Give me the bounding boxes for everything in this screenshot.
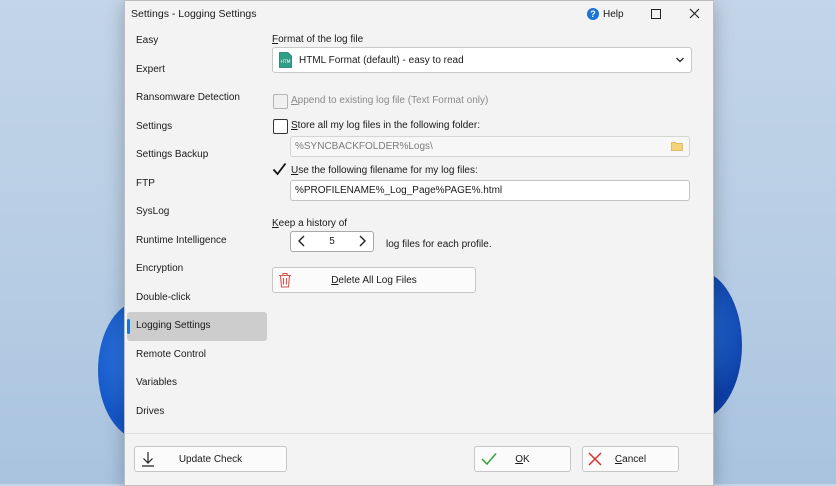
update-check-label: Update Check: [178, 454, 243, 465]
log-folder-value: %SYNCBACKFOLDER%Logs\: [295, 141, 433, 152]
close-icon: [689, 8, 700, 19]
sidebar-item-label: Drives: [136, 405, 165, 417]
ok-button[interactable]: OK: [474, 446, 571, 472]
store-folder-checkbox[interactable]: [273, 119, 288, 134]
sidebar-item-label: Encryption: [136, 263, 184, 274]
log-format-value: HTML Format (default) - easy to read: [299, 55, 464, 66]
maximize-icon: [651, 9, 661, 19]
help-label: Help: [603, 8, 624, 20]
sidebar-item-label: Expert: [136, 63, 165, 75]
settings-dialog: Settings - Logging Settings ? Help Easy …: [124, 0, 714, 486]
cancel-label: Cancel: [614, 454, 647, 465]
history-label: Keep a history of: [272, 218, 348, 229]
cancel-button[interactable]: Cancel: [582, 446, 679, 472]
sidebar-item-expert[interactable]: Expert: [127, 56, 267, 85]
sidebar-item-easy[interactable]: Easy: [127, 27, 267, 56]
sidebar-item-logging-settings[interactable]: Logging Settings: [127, 312, 267, 341]
sidebar-item-ransomware-detection[interactable]: Ransomware Detection: [127, 84, 267, 113]
sidebar-item-label: Settings: [136, 120, 173, 132]
sidebar-item-settings-backup[interactable]: Settings Backup: [127, 141, 267, 170]
html-file-icon: HTM: [279, 52, 292, 68]
sidebar-item-variables[interactable]: Variables: [127, 369, 267, 398]
sidebar-item-settings[interactable]: Settings: [127, 113, 267, 142]
sidebar-item-label: Double-click: [136, 291, 191, 303]
log-filename-input[interactable]: %PROFILENAME%_Log_Page%PAGE%.html: [290, 180, 690, 201]
chevron-right-icon[interactable]: [355, 234, 369, 248]
sidebar-item-label: Runtime Intelligence: [136, 234, 227, 246]
sidebar-item-ftp[interactable]: FTP: [127, 170, 267, 199]
log-folder-input[interactable]: %SYNCBACKFOLDER%Logs\: [290, 136, 690, 157]
footer-divider: [125, 433, 713, 434]
use-filename-label: Use the following filename for my log fi…: [291, 165, 478, 176]
ok-label: OK: [515, 454, 530, 465]
window-title: Settings - Logging Settings: [131, 8, 257, 20]
sidebar-item-label: Ransomware Detection: [136, 92, 240, 103]
help-icon: ?: [587, 8, 599, 20]
sidebar-item-label: FTP: [136, 177, 155, 189]
sidebar-item-encryption[interactable]: Encryption: [127, 255, 267, 284]
sidebar-item-drives[interactable]: Drives: [127, 398, 267, 427]
store-folder-label: Store all my log files in the following …: [291, 120, 480, 131]
delete-logs-label: Delete All Log Files: [331, 275, 417, 286]
svg-text:HTM: HTM: [281, 59, 291, 65]
close-button[interactable]: [685, 5, 705, 23]
folder-icon[interactable]: [671, 141, 683, 151]
log-format-select[interactable]: HTM HTML Format (default) - easy to read: [272, 47, 692, 73]
history-count-stepper[interactable]: 5: [290, 231, 374, 252]
use-filename-checkbox[interactable]: [272, 162, 287, 176]
logging-settings-panel: Format of the log file HTM HTML Format (…: [272, 27, 712, 433]
delete-logs-button[interactable]: Delete All Log Files: [272, 267, 476, 293]
append-label: Append to existing log file (Text Format…: [291, 95, 489, 106]
sidebar-item-label: SysLog: [136, 206, 170, 217]
sidebar-item-label: Variables: [136, 377, 177, 388]
sidebar-item-syslog[interactable]: SysLog: [127, 198, 267, 227]
format-label: Format of the log file: [272, 34, 364, 45]
sidebar-item-label: Easy: [136, 35, 159, 46]
maximize-button[interactable]: [646, 5, 666, 23]
log-filename-value: %PROFILENAME%_Log_Page%PAGE%.html: [295, 185, 503, 196]
sidebar-item-runtime-intelligence[interactable]: Runtime Intelligence: [127, 227, 267, 256]
history-suffix: log files for each profile.: [386, 239, 492, 250]
settings-sidebar: Easy Expert Ransomware Detection Setting…: [127, 27, 267, 426]
title-bar: Settings - Logging Settings ? Help: [125, 1, 713, 27]
update-check-button[interactable]: Update Check: [134, 446, 287, 472]
help-button[interactable]: ? Help: [587, 6, 624, 22]
checkmark-icon: [272, 162, 287, 176]
sidebar-item-label: Settings Backup: [136, 149, 209, 160]
sidebar-item-label: Logging Settings: [136, 320, 211, 331]
sidebar-item-double-click[interactable]: Double-click: [127, 284, 267, 313]
sidebar-item-label: Remote Control: [136, 348, 207, 360]
append-checkbox[interactable]: [273, 94, 288, 109]
chevron-down-icon: [676, 57, 684, 63]
sidebar-item-remote-control[interactable]: Remote Control: [127, 341, 267, 370]
